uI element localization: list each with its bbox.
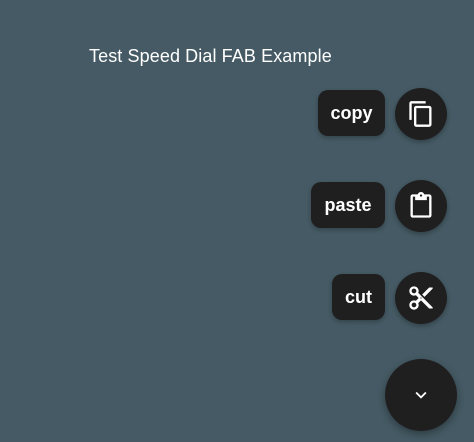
cut-button[interactable] — [395, 272, 447, 324]
scissors-icon — [409, 286, 433, 310]
clipboard-icon — [410, 192, 432, 218]
speed-dial-toggle-button[interactable] — [385, 359, 457, 431]
paste-label[interactable]: paste — [311, 182, 385, 228]
paste-button[interactable] — [395, 180, 447, 232]
copy-button[interactable] — [395, 88, 447, 140]
cut-label[interactable]: cut — [332, 274, 385, 320]
copy-label[interactable]: copy — [318, 90, 385, 136]
page-title: Test Speed Dial FAB Example — [89, 46, 332, 66]
chevron-down-icon — [415, 391, 427, 399]
copy-icon — [409, 101, 432, 127]
